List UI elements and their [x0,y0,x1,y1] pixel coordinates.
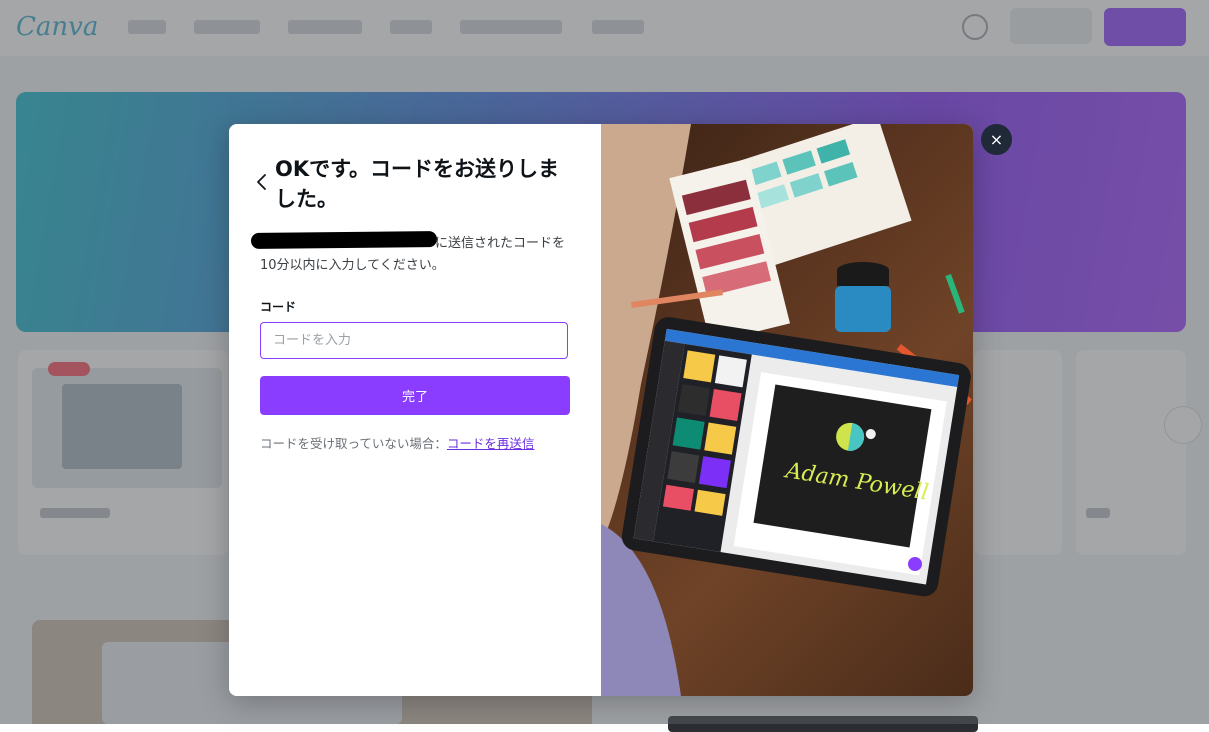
back-button[interactable] [253,170,271,194]
chevron-left-icon [257,174,266,190]
redacted-email [250,231,438,249]
close-button[interactable]: × [981,124,1012,155]
verification-modal: OKです。コードをお送りしました。 に送信されたコードを 10分以内に入力してく… [229,124,973,696]
resend-code-link[interactable]: コードを再送信 [447,436,535,451]
tablet-desk-illustration: Adam Powell [601,124,972,696]
modal-title: OKです。コードをお送りしました。 [275,157,560,211]
resend-prompt: コードを受け取っていない場合： [260,436,447,451]
modal-form-panel: OKです。コードをお送りしました。 に送信されたコードを 10分以内に入力してく… [229,124,601,696]
description-text: に送信されたコードを [435,236,566,251]
code-label: コード [260,300,297,314]
code-input[interactable] [260,322,568,359]
description-text-line2: 10分以内に入力してください。 [260,258,445,273]
promo-photo: Adam Powell [601,124,973,696]
submit-button[interactable]: 完了 [260,376,570,415]
resend-line: コードを受け取っていない場合：コードを再送信 [260,433,534,452]
